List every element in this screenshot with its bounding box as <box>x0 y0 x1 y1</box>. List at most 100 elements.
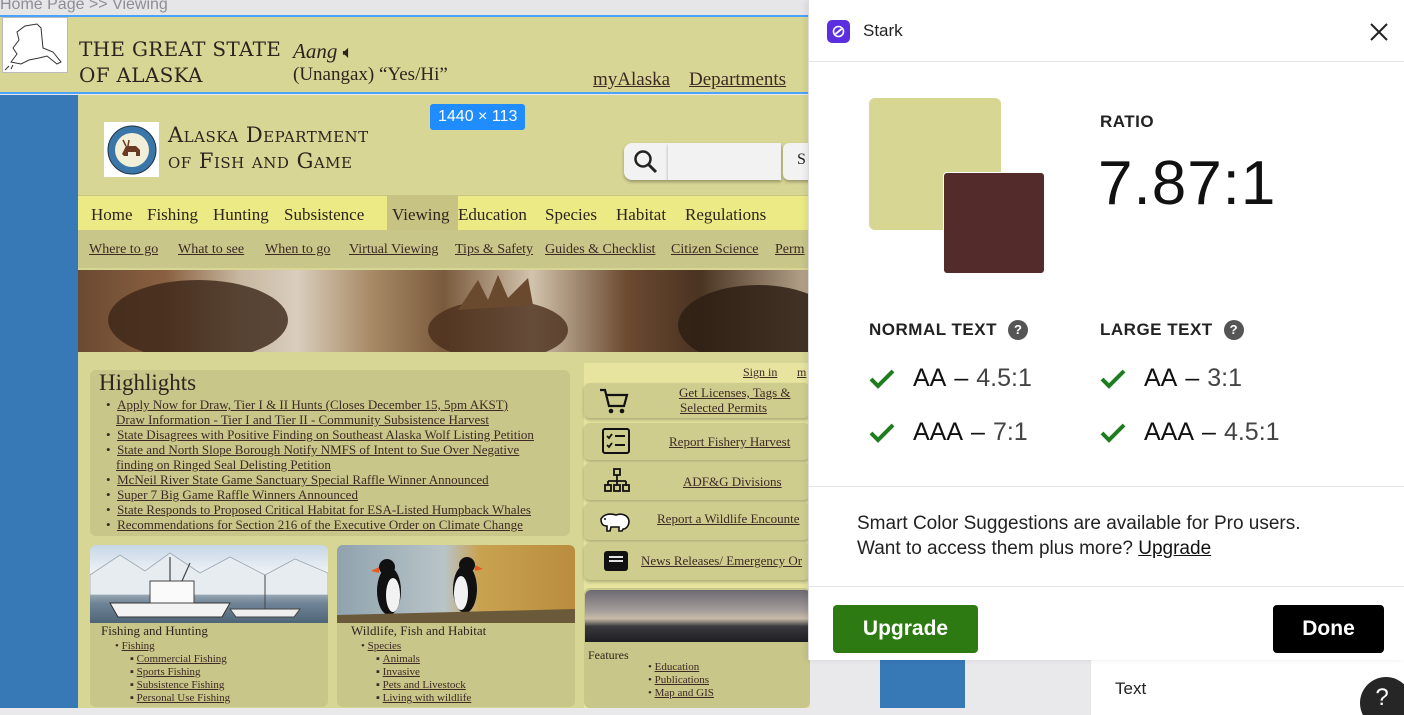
highlight-item[interactable]: • Super 7 Big Game Raffle Winners Announ… <box>106 487 576 502</box>
highlight-item[interactable]: Draw Information - Tier I and Tier II - … <box>106 412 576 427</box>
licenses-link-line1[interactable]: Get Licenses, Tags & <box>679 385 791 401</box>
divisions-card[interactable]: ADF&G Divisions <box>584 463 810 500</box>
nav-home[interactable]: Home <box>91 205 133 225</box>
state-title-line1: THE GREAT STATE <box>79 37 282 61</box>
puffins-image[interactable] <box>337 545 575 623</box>
large-aaa-value: 4.5:1 <box>1223 418 1280 446</box>
subnav-when-to-go[interactable]: When to go <box>265 242 330 258</box>
search-icon-button[interactable] <box>624 143 668 180</box>
large-help-icon[interactable]: ? <box>1223 320 1244 340</box>
subnav-tips-safety[interactable]: Tips & Safety <box>455 242 533 258</box>
inspector-pane: Text <box>1090 660 1404 715</box>
wildlife-encounter-link[interactable]: Report a Wildlife Encounte <box>657 511 800 527</box>
adfg-seal-logo[interactable] <box>104 122 159 177</box>
highlight-item[interactable]: • Recommendations for Section 216 of the… <box>106 517 576 532</box>
check-icon <box>869 423 895 443</box>
wildlife-sub-item[interactable]: ▪ Pets and Livestock <box>376 679 471 692</box>
highlight-item[interactable]: finding on Ringed Seal Delisting Petitio… <box>106 457 576 472</box>
sign-in-link[interactable]: Sign in <box>743 365 777 380</box>
moose-silhouettes <box>108 275 810 352</box>
nav-education[interactable]: Education <box>458 205 527 225</box>
fishing-top-link[interactable]: • Fishing <box>115 640 155 652</box>
sunset-image[interactable] <box>585 590 811 642</box>
departments-link[interactable]: Departments <box>689 69 786 91</box>
subnav-permits[interactable]: Perm <box>775 242 805 258</box>
large-aaa-row: AAA – 4.5:1 <box>1100 418 1280 447</box>
help-icon: ? <box>1375 684 1389 711</box>
nav-regulations[interactable]: Regulations <box>685 205 766 225</box>
fishing-boat-image[interactable] <box>90 545 328 623</box>
nav-fishing[interactable]: Fishing <box>147 205 198 225</box>
footer-divider <box>809 586 1404 587</box>
news-link[interactable]: News Releases/ Emergency Or <box>641 553 802 569</box>
breadcrumb[interactable]: Home Page >> Viewing <box>0 0 810 16</box>
features-item[interactable]: • Publications <box>648 674 714 687</box>
nav-viewing[interactable]: Viewing <box>392 205 450 225</box>
upgrade-button[interactable]: Upgrade <box>833 605 978 653</box>
wildlife-top-link[interactable]: • Species <box>361 640 401 652</box>
stark-logo-icon <box>827 20 850 43</box>
nav-hunting[interactable]: Hunting <box>213 205 269 225</box>
highlight-item[interactable]: • State and North Slope Borough Notify N… <box>106 442 576 457</box>
wildlife-card-title: Wildlife, Fish and Habitat <box>351 623 487 638</box>
report-harvest-link[interactable]: Report Fishery Harvest <box>669 434 790 450</box>
highlight-item[interactable]: • Apply Now for Draw, Tier I & II Hunts … <box>106 397 576 412</box>
news-card[interactable]: News Releases/ Emergency Or <box>584 543 810 580</box>
highlight-item[interactable]: • McNeil River State Game Sanctuary Spec… <box>106 472 576 487</box>
normal-aaa-row: AAA – 7:1 <box>869 418 1028 447</box>
check-icon <box>869 369 895 389</box>
polar-bear-icon <box>600 513 630 532</box>
divisions-link[interactable]: ADF&G Divisions <box>683 474 782 490</box>
normal-help-icon[interactable]: ? <box>1008 320 1029 340</box>
nav-habitat[interactable]: Habitat <box>616 205 666 225</box>
fishing-sub-item[interactable]: ▪ Commercial Fishing <box>130 653 230 666</box>
highlight-item[interactable]: • State Disagrees with Positive Finding … <box>106 427 576 442</box>
alaska-map-logo[interactable] <box>2 17 68 73</box>
highlights-list: • Apply Now for Draw, Tier I & II Hunts … <box>106 397 576 532</box>
fishing-sub-item[interactable]: ▪ Subsistence Fishing <box>130 679 230 692</box>
boat-illustration <box>90 552 328 618</box>
subnav-where-to-go[interactable]: Where to go <box>89 242 158 258</box>
moose-banner-image <box>78 270 810 352</box>
features-item[interactable]: • Map and GIS <box>648 687 714 700</box>
nav-species[interactable]: Species <box>545 205 597 225</box>
wildlife-sub-item[interactable]: ▪ Animals <box>376 653 471 666</box>
large-text-heading: LARGE TEXT ? <box>1100 320 1244 340</box>
subnav-virtual-viewing[interactable]: Virtual Viewing <box>349 242 438 258</box>
wildlife-sub-item[interactable]: ▪ Invasive <box>376 666 471 679</box>
subnav-what-to-see[interactable]: What to see <box>178 242 244 258</box>
check-icon <box>1100 369 1126 389</box>
search-input[interactable] <box>668 143 781 180</box>
normal-aaa-value: 7:1 <box>992 418 1028 446</box>
normal-aa-level: AA <box>913 364 947 392</box>
org-chart-icon <box>604 468 630 492</box>
licenses-link-line2[interactable]: Selected Permits <box>680 400 767 416</box>
envelope-icon <box>604 551 628 571</box>
fishing-sub-item[interactable]: ▪ Personal Use Fishing <box>130 692 230 705</box>
subnav-guides-checklist[interactable]: Guides & Checklist <box>545 242 655 258</box>
state-header: THE GREAT STATE OF ALASKA Aang 🔈︎ (Unang… <box>0 17 810 94</box>
features-item[interactable]: • Education <box>648 661 714 674</box>
fishing-sub-item[interactable]: ▪ Sports Fishing <box>130 666 230 679</box>
highlight-item[interactable]: • State Responds to Proposed Critical Ha… <box>106 502 576 517</box>
myalaska-link[interactable]: myAlaska <box>593 69 670 91</box>
wildlife-sub-list: ▪ Animals ▪ Invasive ▪ Pets and Livestoc… <box>376 653 471 705</box>
promo-line1: Smart Color Suggestions are available fo… <box>857 513 1301 534</box>
large-aaa-dash: – <box>1202 418 1216 446</box>
subnav-citizen-science[interactable]: Citizen Science <box>671 242 758 258</box>
nav-subsistence[interactable]: Subsistence <box>284 205 364 225</box>
sign-in-more-link[interactable]: m <box>797 365 806 380</box>
licenses-card[interactable]: Get Licenses, Tags & Selected Permits <box>584 383 810 418</box>
done-button[interactable]: Done <box>1273 605 1384 653</box>
background-swatch[interactable] <box>943 172 1045 274</box>
close-icon[interactable] <box>1367 20 1391 44</box>
large-text-label: LARGE TEXT <box>1100 320 1213 339</box>
report-harvest-card[interactable]: Report Fishery Harvest <box>584 423 810 460</box>
speaker-icon[interactable]: 🔈︎ <box>343 42 354 62</box>
wildlife-encounter-card[interactable]: Report a Wildlife Encounte <box>584 503 810 540</box>
promo-upgrade-link[interactable]: Upgrade <box>1138 538 1211 559</box>
checklist-icon <box>602 428 630 454</box>
ratio-value: 7.87:1 <box>1098 149 1277 218</box>
promo-divider <box>809 486 1404 487</box>
wildlife-sub-item[interactable]: ▪ Living with wildlife <box>376 692 471 705</box>
